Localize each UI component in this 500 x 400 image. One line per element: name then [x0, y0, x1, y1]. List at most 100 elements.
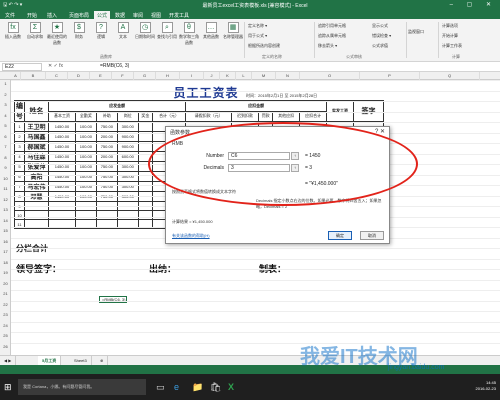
row-header-10[interactable]: 10	[0, 176, 11, 181]
ribbon-small-12[interactable]: 计算工作表	[442, 43, 462, 49]
active-cell[interactable]: =RMB(C6, 3)	[99, 296, 127, 303]
cell-no[interactable]: 8	[14, 191, 25, 202]
ribbon-small-11[interactable]: 开始计算	[442, 33, 458, 39]
add-sheet-icon[interactable]: ⊕	[96, 356, 109, 365]
formula-buttons[interactable]: ✕ ✓ fx	[48, 63, 63, 69]
cell-attend[interactable]: 100.00	[74, 121, 97, 132]
sheet-nav-arrows[interactable]: ◀ ▶	[0, 356, 17, 365]
row-header-17[interactable]: 17	[0, 249, 11, 254]
tab-8[interactable]: 开发工具	[166, 11, 192, 19]
name-box[interactable]: E22	[2, 63, 42, 71]
window-controls[interactable]: – ▢ ✕	[450, 1, 497, 8]
cell-empty[interactable]	[116, 210, 139, 220]
column-header-A[interactable]: A	[11, 72, 21, 80]
cell-basic[interactable]: 1450.00	[48, 171, 76, 182]
row-header-6[interactable]: 6	[0, 134, 11, 139]
system-clock[interactable]: 14:45 2016-02-23	[476, 380, 496, 392]
row-header-14[interactable]: 14	[0, 218, 11, 223]
row-header-15[interactable]: 15	[0, 228, 11, 233]
windows-start-icon[interactable]: ⊞	[4, 382, 12, 393]
tab-5[interactable]: 数据	[112, 11, 128, 19]
ribbon-small-2[interactable]: 根据所选内容创建	[248, 43, 280, 49]
row-header-11[interactable]: 11	[0, 186, 11, 191]
cell-empty[interactable]	[95, 210, 118, 220]
tab-6[interactable]: 审阅	[130, 11, 146, 19]
row-header-20[interactable]: 20	[0, 281, 11, 286]
column-header-E[interactable]: E	[90, 72, 112, 80]
cancel-button[interactable]: 取消	[360, 231, 384, 240]
cell-empty[interactable]	[137, 210, 153, 220]
column-header-D[interactable]: D	[68, 72, 90, 80]
cell-attend[interactable]: 100.00	[74, 171, 97, 182]
cell-no[interactable]: 7	[14, 181, 25, 192]
row-header-5[interactable]: 5	[0, 123, 11, 128]
cell-no[interactable]: 10	[14, 210, 25, 220]
ribbon-small-3[interactable]: 追踪引用单元格	[318, 23, 346, 29]
cell-empty[interactable]	[74, 210, 97, 220]
cell-attend[interactable]: 100.00	[74, 161, 97, 172]
cell-basic[interactable]: 1450.00	[48, 191, 76, 202]
tab-3[interactable]: 页面布局	[66, 11, 92, 19]
ribbon-button-2[interactable]: ★ 最近使用的函数	[46, 22, 68, 46]
cell-name[interactable]: 邓慧	[24, 191, 49, 202]
cell-empty[interactable]	[137, 121, 153, 132]
column-header-F[interactable]: F	[112, 72, 134, 80]
ribbon-button-7[interactable]: ⌕ 查找与引用	[156, 22, 178, 40]
ribbon-small-1[interactable]: 用于公式 ▾	[248, 33, 267, 39]
edge-icon[interactable]: e	[174, 382, 179, 392]
column-header-M[interactable]: M	[252, 72, 276, 80]
ribbon-small-8[interactable]: 公式求值	[372, 43, 388, 49]
tab-7[interactable]: 视图	[148, 11, 164, 19]
ribbon-small-5[interactable]: 移去箭头 ▾	[318, 43, 337, 49]
ribbon-button-10[interactable]: ▦ 名称管理器	[222, 22, 244, 40]
ribbon-button-1[interactable]: Σ 自动求和	[24, 22, 46, 40]
ribbon-small-6[interactable]: 显示公式	[372, 23, 388, 29]
sheet-tab-sheet3[interactable]: Sheet3	[70, 356, 92, 365]
cell-name[interactable]: 王卫明	[24, 121, 49, 132]
cell-name[interactable]: 高阳	[24, 171, 49, 182]
cell-post[interactable]: 300.00	[116, 171, 139, 182]
tab-0[interactable]: 文件	[2, 11, 18, 19]
cell-attend[interactable]: 100.00	[74, 191, 97, 202]
cell-basic[interactable]: 1450.00	[48, 161, 76, 172]
column-header-B[interactable]: B	[21, 72, 46, 80]
cell-sub[interactable]: 750.00	[95, 161, 118, 172]
column-header-J[interactable]: J	[204, 72, 220, 80]
row-header-16[interactable]: 16	[0, 239, 11, 244]
row-header-3[interactable]: 3	[0, 102, 11, 107]
row-header-24[interactable]: 24	[0, 323, 11, 328]
ribbon-small-9[interactable]: 监视窗口	[408, 29, 424, 35]
ribbon-small-10[interactable]: 计算选项	[442, 23, 458, 29]
row-header-8[interactable]: 8	[0, 155, 11, 160]
cell-name[interactable]: 张爱萍	[24, 161, 49, 172]
ribbon-button-4[interactable]: ? 逻辑	[90, 22, 112, 40]
column-header-G[interactable]: G	[134, 72, 156, 80]
row-header-2[interactable]: 2	[0, 92, 11, 97]
ribbon-small-0[interactable]: 定义名称 ▾	[248, 23, 267, 29]
cell-empty[interactable]	[137, 191, 153, 202]
cell-sub[interactable]: 750.00	[95, 191, 118, 202]
cell-sub[interactable]: 750.00	[95, 181, 118, 192]
row-header-21[interactable]: 21	[0, 291, 11, 296]
tab-1[interactable]: 开始	[24, 11, 40, 19]
cell-empty[interactable]	[48, 210, 76, 220]
tab-2[interactable]: 插入	[44, 11, 60, 19]
column-header-O[interactable]: O	[300, 72, 360, 80]
row-header-19[interactable]: 19	[0, 270, 11, 275]
cell-no[interactable]: 5	[14, 161, 25, 172]
excel-taskbar-icon[interactable]: X	[228, 382, 234, 392]
cell-empty[interactable]	[137, 181, 153, 192]
column-header-L[interactable]: L	[236, 72, 252, 80]
ribbon-button-3[interactable]: $ 财务	[68, 22, 90, 40]
cell-post[interactable]: 300.00	[116, 191, 139, 202]
column-header-C[interactable]: C	[46, 72, 68, 80]
row-header-1[interactable]: 1	[0, 81, 11, 86]
row-header-9[interactable]: 9	[0, 165, 11, 170]
ribbon-button-8[interactable]: θ 数学和三角函数	[178, 22, 200, 46]
ribbon-small-7[interactable]: 错误检查 ▾	[372, 33, 391, 39]
column-header-N[interactable]: N	[276, 72, 300, 80]
cell-no[interactable]: 6	[14, 171, 25, 182]
column-header-Q[interactable]: Q	[420, 72, 480, 80]
column-header-P[interactable]: P	[360, 72, 420, 80]
cell-name[interactable]: 马宏伟	[24, 181, 49, 192]
